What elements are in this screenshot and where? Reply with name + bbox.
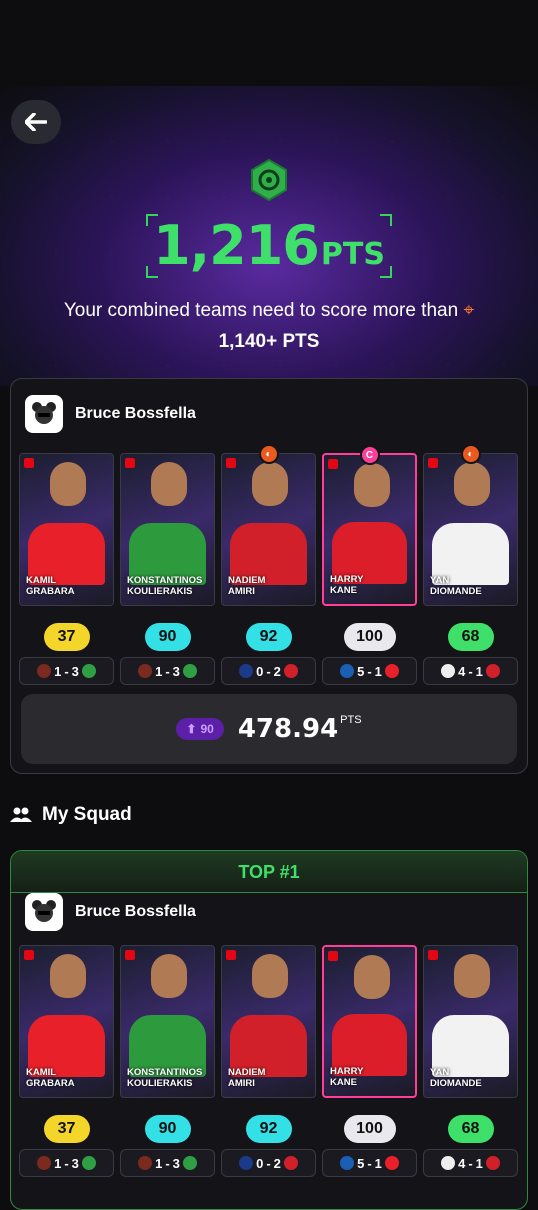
avatar [25, 893, 63, 931]
player-card[interactable]: KONSTANTINOS KOULIERAKIS [120, 945, 215, 1098]
player-card-captain[interactable]: C HARRY KANE [322, 445, 417, 606]
score-pill: 68 [447, 623, 494, 651]
match-results: 1-3 1-3 0-2 5-1 4-1 [19, 1149, 521, 1177]
target-points: 1,140+ PTS [218, 331, 320, 352]
player-card[interactable]: NADIEM AMIRI [221, 945, 316, 1098]
target-icon: ⌖ [463, 300, 475, 321]
rank-header: TOP #1 [11, 851, 527, 893]
match-result[interactable]: 5-1 [322, 657, 417, 685]
score-pill: 100 [343, 1115, 396, 1143]
player-cards: KAMIL GRABARA KONSTANTINOS KOULIERAKIS NAD… [19, 945, 521, 1098]
match-result[interactable]: 1-3 [19, 1149, 114, 1177]
squad-panel[interactable]: TOP #1 Bruce Bossfella KAMIL GRABARA KONS… [10, 850, 528, 1210]
team-owner: Bruce Bossfella [25, 893, 196, 931]
player-card[interactable]: KONSTANTINOS KOULIERAKIS [120, 453, 215, 606]
total-points-display: 1,216 PTS [146, 214, 392, 278]
player-cards: KAMIL GRABARA KONSTANTINOS KOULIERAKIS ◐ NA… [19, 444, 521, 606]
owner-name: Bruce Bossfella [75, 405, 196, 422]
need-text: Your combined teams need to score more t… [63, 300, 475, 321]
back-button[interactable] [11, 100, 61, 144]
users-icon [10, 807, 32, 822]
match-result[interactable]: 4-1 [423, 1149, 518, 1177]
score-pill: 90 [144, 1115, 191, 1143]
team-total: ⬆ 90 478.94 PTS [21, 694, 517, 764]
match-result[interactable]: 1-3 [19, 657, 114, 685]
player-card[interactable]: ◐ YAN DIOMANDE [423, 444, 518, 606]
score-pill: 68 [447, 1115, 494, 1143]
arrow-up-icon: ⬆ [186, 722, 197, 736]
boost-icon: ◐ [258, 444, 279, 464]
my-squad-heading: My Squad [10, 804, 132, 826]
player-scores: 37 90 92 100 68 [19, 1115, 521, 1143]
score-pill: 37 [43, 623, 90, 651]
score-pill: 100 [343, 623, 396, 651]
owner-name: Bruce Bossfella [75, 903, 196, 920]
status-bar [0, 0, 538, 86]
score-pill: 92 [245, 1115, 292, 1143]
match-result[interactable]: 5-1 [322, 1149, 417, 1177]
points-unit: PTS [320, 237, 385, 272]
player-card[interactable]: ◐ NADIEM AMIRI [221, 444, 316, 606]
score-pill: 37 [43, 1115, 90, 1143]
arrow-left-icon [25, 113, 47, 131]
team-owner: Bruce Bossfella [25, 395, 196, 433]
match-result[interactable]: 1-3 [120, 657, 215, 685]
player-card-captain[interactable]: HARRY KANE [322, 945, 417, 1098]
player-scores: 37 90 92 100 68 [19, 623, 521, 651]
match-result[interactable]: 4-1 [423, 657, 518, 685]
sorare-badge-icon [247, 158, 291, 202]
captain-badge: C [359, 445, 380, 465]
boost-icon: ◐ [460, 444, 481, 464]
player-card[interactable]: KAMIL GRABARA [19, 945, 114, 1098]
team-panel[interactable]: Bruce Bossfella KAMIL GRABARA KONSTANTINO… [10, 378, 528, 774]
match-results: 1-3 1-3 0-2 5-1 4-1 [19, 657, 521, 685]
score-pill: 92 [245, 623, 292, 651]
score-pill: 90 [144, 623, 191, 651]
match-result[interactable]: 0-2 [221, 1149, 316, 1177]
player-card[interactable]: YAN DIOMANDE [423, 945, 518, 1098]
boost-badge: ⬆ 90 [176, 718, 224, 740]
team-total-points: 478.94 [237, 714, 339, 744]
avatar [25, 395, 63, 433]
player-card[interactable]: KAMIL GRABARA [19, 453, 114, 606]
match-result[interactable]: 0-2 [221, 657, 316, 685]
points-value: 1,216 [153, 214, 320, 277]
match-result[interactable]: 1-3 [120, 1149, 215, 1177]
